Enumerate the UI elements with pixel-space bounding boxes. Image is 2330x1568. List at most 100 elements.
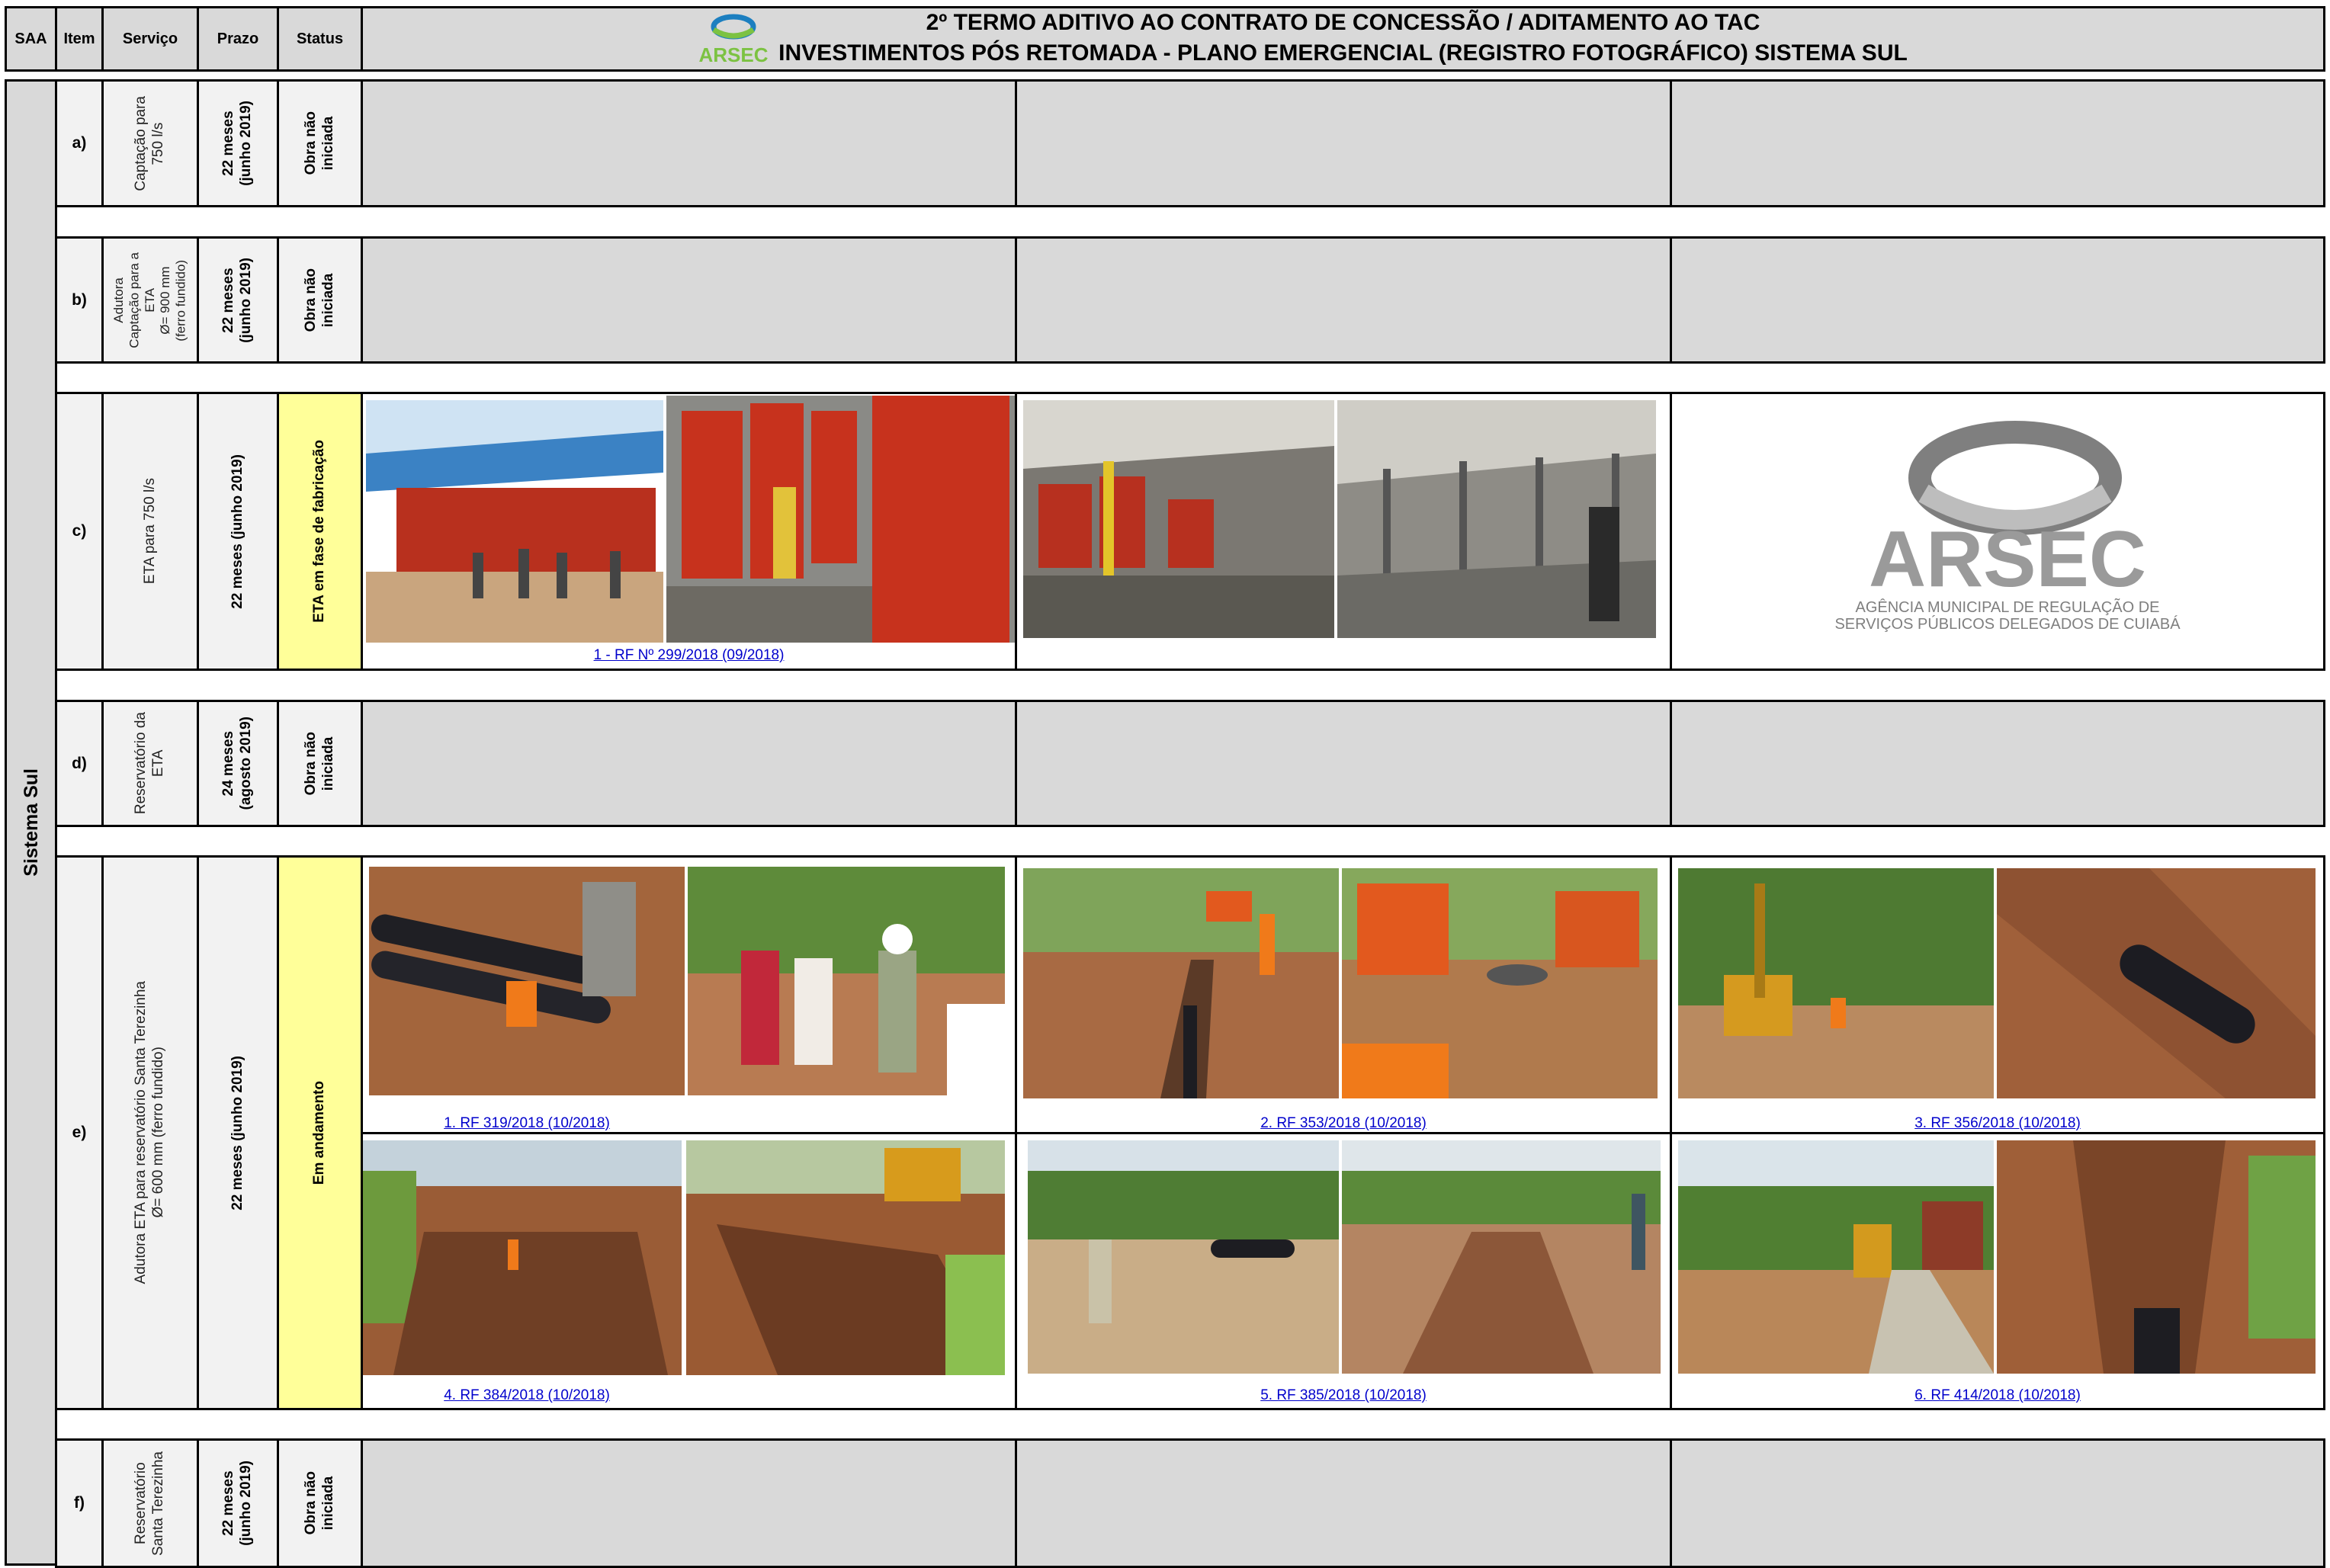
photo-street-excavation: [1678, 1140, 1994, 1374]
photo-open-trench: [686, 1140, 1005, 1375]
item-label: e): [72, 1124, 87, 1141]
prazo-label: 22 meses (junho 2019): [220, 1461, 254, 1546]
photo-factory-interior-2: [1337, 400, 1656, 638]
servico-label: Adutora ETA para reservatório Santa Tere…: [133, 981, 166, 1284]
photo-trench-rubble: [1342, 1140, 1661, 1374]
prazo-label: 24 meses (agosto 2019): [220, 717, 254, 810]
photo-caption-link[interactable]: 4. RF 384/2018 (10/2018): [363, 1387, 691, 1404]
photo-cell-2: [1015, 392, 1672, 671]
photo-pipe-trench-closeup: [1997, 1140, 2316, 1374]
saa-cell: Sistema Sul: [5, 79, 57, 1566]
photo-field-inspection: [1028, 1140, 1339, 1374]
photo-caption-link[interactable]: 6. RF 414/2018 (10/2018): [1672, 1387, 2323, 1404]
item-label: f): [74, 1494, 85, 1512]
photo-cell-1: [361, 700, 1017, 827]
photo-red-tanks: [666, 396, 1017, 643]
item-cell: d): [55, 700, 104, 827]
photo-cell-2: 2. RF 353/2018 (10/2018): [1015, 855, 1672, 1134]
col-header-item: Item: [55, 6, 104, 72]
photo-pipe-laying-image: [369, 867, 685, 1095]
photo-cell-3: 3. RF 356/2018 (10/2018): [1670, 855, 2325, 1134]
photo-open-trench-image: [686, 1140, 1005, 1375]
photo-factory-interior-1: [1023, 400, 1334, 638]
status-cell: Em andamento: [277, 855, 363, 1410]
photo-cell-5: 5. RF 385/2018 (10/2018): [1015, 1132, 1672, 1410]
item-label: a): [72, 134, 87, 152]
photo-pipe-in-trench-image: [1997, 868, 2316, 1098]
photo-cell-3: [1670, 79, 2325, 207]
item-label: b): [72, 290, 87, 309]
photo-site-visit: [688, 867, 1005, 1095]
photo-cell-2: [1015, 236, 1672, 364]
status-label: Obra não iniciada: [302, 111, 336, 175]
prazo-cell: 22 meses (junho 2019): [197, 79, 279, 207]
status-label: Obra não iniciada: [302, 1471, 336, 1535]
photo-trench-excavator: [1023, 868, 1339, 1098]
photo-cell-2: [1015, 700, 1672, 827]
photo-cell-3: [1670, 700, 2325, 827]
col-header-item-label: Item: [63, 30, 95, 47]
photo-caption-link[interactable]: 5. RF 385/2018 (10/2018): [1017, 1387, 1670, 1404]
prazo-label: 22 meses (junho 2019): [220, 101, 254, 186]
photo-excavator-pipes: [1342, 868, 1658, 1098]
photo-deep-excavation: [363, 1140, 682, 1375]
photo-caption-link[interactable]: 3. RF 356/2018 (10/2018): [1672, 1115, 2323, 1132]
item-cell: c): [55, 392, 104, 671]
servico-cell: Adutora ETA para reservatório Santa Tere…: [101, 855, 199, 1410]
prazo-label: 22 meses (junho 2019): [229, 454, 246, 609]
prazo-cell: 22 meses (junho 2019): [197, 855, 279, 1410]
item-label: d): [72, 754, 87, 772]
svg-text:AGÊNCIA MUNICIPAL DE REGULAÇÃO: AGÊNCIA MUNICIPAL DE REGULAÇÃO DE: [1856, 598, 2160, 616]
status-cell: Obra não iniciada: [277, 700, 363, 827]
photo-field-inspection-image: [1028, 1140, 1339, 1374]
photo-trench-excavator-image: [1023, 868, 1339, 1098]
col-header-status-label: Status: [296, 30, 344, 47]
photo-caption-link[interactable]: 2. RF 353/2018 (10/2018): [1017, 1115, 1670, 1132]
photo-factory-interior-1-image: [1023, 400, 1334, 638]
col-header-saa: SAA: [5, 6, 57, 72]
status-cell: ETA em fase de fabricação: [277, 392, 363, 671]
photo-cell-3: [1670, 1438, 2325, 1568]
photo-cell-3: ARSEC AGÊNCIA MUNICIPAL DE REGULAÇÃO DE …: [1670, 392, 2325, 671]
servico-label: Adutora Captação para a ETA Ø= 900 mm (f…: [111, 252, 188, 348]
status-cell: Obra não iniciada: [277, 236, 363, 364]
photo-cell-1: 1 - RF Nº 299/2018 (09/2018): [361, 392, 1017, 671]
photo-factory-exterior-image: [366, 400, 663, 643]
col-header-status: Status: [277, 6, 363, 72]
prazo-cell: 22 meses (junho 2019): [197, 236, 279, 364]
item-label: c): [72, 522, 87, 540]
status-label: Obra não iniciada: [302, 268, 336, 332]
saa-label: Sistema Sul: [20, 768, 42, 877]
servico-cell: Captação para 750 l/s: [101, 79, 199, 207]
photo-caption-link[interactable]: 1. RF 319/2018 (10/2018): [363, 1115, 691, 1132]
document-title-line-1: 2º TERMO ADITIVO AO CONTRATO DE CONCESSÃ…: [926, 10, 1760, 35]
servico-label: Reservatório Santa Terezinha: [133, 1451, 166, 1556]
item-cell: a): [55, 79, 104, 207]
document-title-block: ARSEC 2º TERMO ADITIVO AO CONTRATO DE CO…: [361, 6, 2325, 72]
photo-red-tanks-image: [666, 396, 1017, 643]
status-cell: Obra não iniciada: [277, 1438, 363, 1568]
col-header-prazo: Prazo: [197, 6, 279, 72]
arsec-logo-icon: ARSEC AGÊNCIA MUNICIPAL DE REGULAÇÃO DE …: [1834, 421, 2181, 633]
photo-cell-1: [361, 79, 1017, 207]
servico-label: Captação para 750 l/s: [133, 95, 166, 191]
servico-label: ETA para 750 l/s: [141, 478, 158, 585]
photo-cell-1: [361, 1438, 1017, 1568]
item-cell: f): [55, 1438, 104, 1568]
svg-text:ARSEC: ARSEC: [1869, 515, 2146, 604]
photo-pipe-trench-closeup-image: [1997, 1140, 2316, 1374]
photo-caption-link[interactable]: 1 - RF Nº 299/2018 (09/2018): [363, 647, 1015, 664]
photo-street-excavation-image: [1678, 1140, 1994, 1374]
photo-cell-1: 1. RF 319/2018 (10/2018): [361, 855, 1017, 1134]
photo-forest-excavator: [1678, 868, 1994, 1098]
document-title-line-2: INVESTIMENTOS PÓS RETOMADA - PLANO EMERG…: [778, 40, 1908, 66]
prazo-label: 22 meses (junho 2019): [220, 257, 254, 343]
col-header-saa-label: SAA: [14, 30, 47, 47]
photo-cell-6: 6. RF 414/2018 (10/2018): [1670, 1132, 2325, 1410]
status-cell: Obra não iniciada: [277, 79, 363, 207]
photo-forest-excavator-image: [1678, 868, 1994, 1098]
item-cell: e): [55, 855, 104, 1410]
status-label: Obra não iniciada: [302, 731, 336, 796]
photo-pipe-laying: [369, 867, 685, 1095]
servico-cell: ETA para 750 l/s: [101, 392, 199, 671]
